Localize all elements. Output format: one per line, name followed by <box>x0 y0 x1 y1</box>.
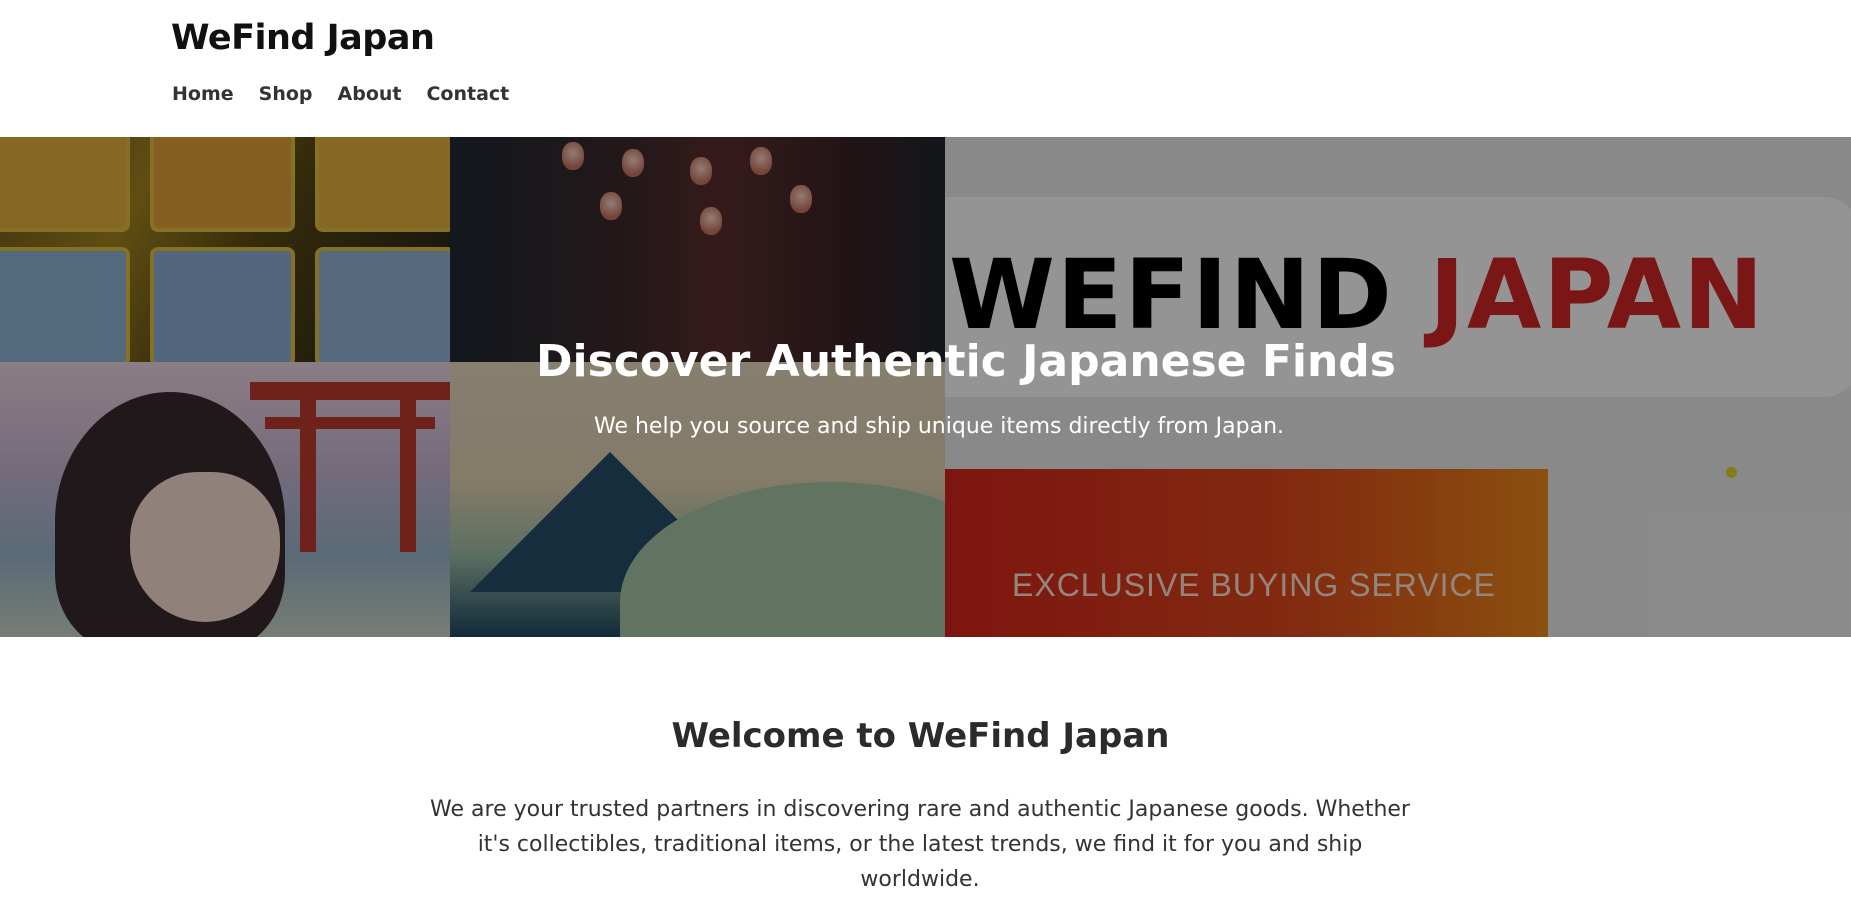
nav-link-shop[interactable]: Shop <box>259 83 313 105</box>
hero-overlay <box>0 137 1851 637</box>
site-header: WeFind Japan Home Shop About Contact <box>0 0 1851 137</box>
welcome-title: Welcome to WeFind Japan <box>671 716 1170 756</box>
main-nav: Home Shop About Contact <box>172 83 509 105</box>
hero-banner: WEFIND JAPAN EXCLUSIVE BUYING SERVICE Di… <box>0 137 1851 637</box>
site-title[interactable]: WeFind Japan <box>171 18 435 58</box>
hero-title: Discover Authentic Japanese Finds <box>536 336 1396 387</box>
nav-link-about[interactable]: About <box>338 83 402 105</box>
nav-link-contact[interactable]: Contact <box>426 83 509 105</box>
hero-subtitle: We help you source and ship unique items… <box>594 414 1285 439</box>
nav-link-home[interactable]: Home <box>172 83 234 105</box>
welcome-text: We are your trusted partners in discover… <box>430 797 1410 892</box>
